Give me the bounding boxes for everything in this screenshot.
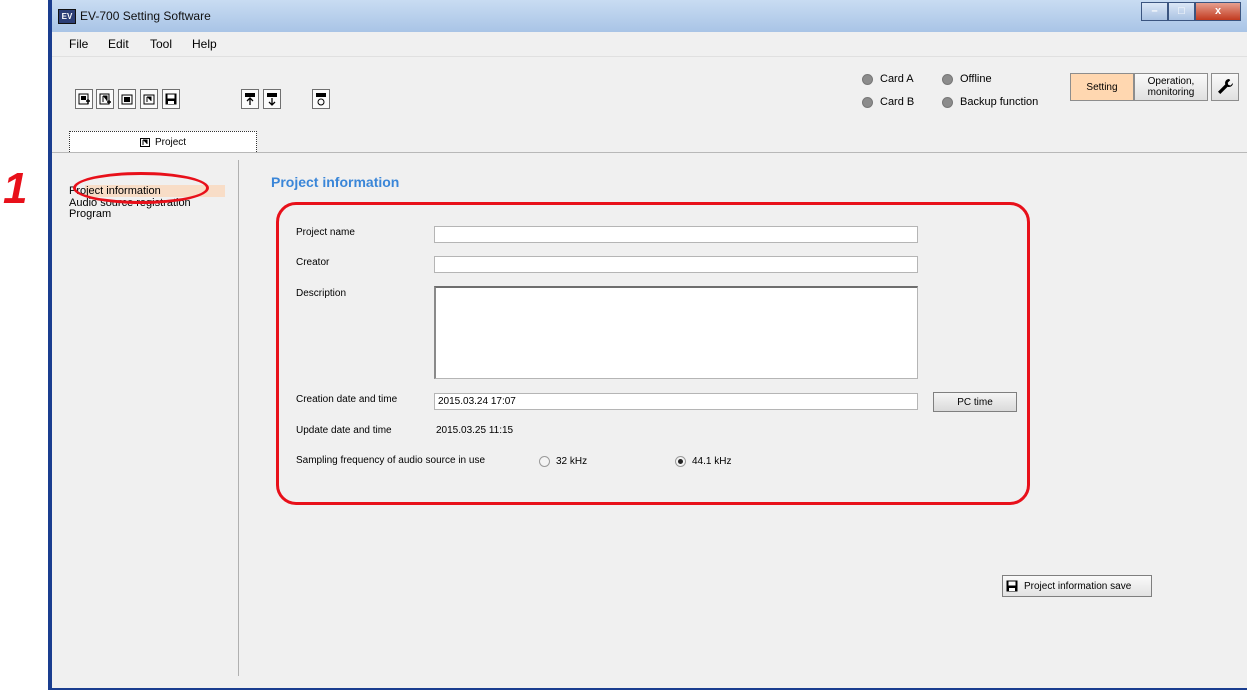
sidebar-item-program[interactable]: Program: [69, 209, 111, 220]
project-name-label: Project name: [296, 227, 355, 238]
status-backup: Backup function: [942, 96, 1038, 108]
menu-edit[interactable]: Edit: [108, 37, 129, 51]
project-name-input[interactable]: [434, 226, 918, 243]
tab-divider: [52, 152, 1247, 153]
new-project-button[interactable]: [75, 89, 93, 109]
reset-icon: [316, 93, 326, 106]
creator-label: Creator: [296, 257, 330, 268]
open-project-icon: [121, 94, 133, 105]
menu-file[interactable]: File: [69, 37, 88, 51]
card-b-led-icon: [862, 96, 873, 108]
status-offline: Offline: [942, 73, 992, 85]
upload-icon: [245, 93, 255, 105]
menu-tool[interactable]: Tool: [150, 37, 172, 51]
minimize-button[interactable]: –: [1141, 2, 1168, 21]
tools-button[interactable]: [1211, 73, 1239, 101]
page-title: Project information: [271, 174, 400, 190]
offline-label: Offline: [960, 73, 992, 85]
tab-project[interactable]: Project: [69, 131, 257, 152]
maximize-button[interactable]: □: [1168, 2, 1195, 21]
sampling-frequency-label: Sampling frequency of audio source in us…: [296, 455, 486, 466]
wrench-icon: [1218, 79, 1233, 94]
new-audio-icon: [99, 93, 111, 105]
download-button[interactable]: [263, 89, 281, 109]
description-textarea[interactable]: [434, 286, 918, 379]
menu-bar: File Edit Tool Help: [52, 32, 1247, 57]
project-folder-button[interactable]: [140, 89, 158, 109]
window-controls: – □ x: [1141, 2, 1241, 22]
title-bar[interactable]: EV EV-700 Setting Software – □ x: [52, 0, 1247, 33]
open-project-button[interactable]: [118, 89, 136, 109]
update-date-value: 2015.03.25 11:15: [436, 425, 514, 436]
save-toolbar-button[interactable]: [162, 89, 180, 109]
sidebar-divider: [238, 160, 239, 676]
tab-project-label: Project: [154, 136, 187, 148]
radio-32khz[interactable]: 32 kHz: [539, 456, 587, 467]
radio-44khz[interactable]: 44.1 kHz: [675, 456, 731, 467]
radio-44khz-dot[interactable]: [675, 456, 686, 467]
offline-led-icon: [942, 73, 953, 85]
pc-time-button[interactable]: PC time: [933, 392, 1017, 412]
app-icon: EV: [58, 9, 76, 24]
project-folder-icon: [143, 94, 155, 105]
backup-led-icon: [942, 96, 953, 108]
update-date-label: Update date and time: [296, 425, 392, 436]
status-card-a: Card A: [862, 73, 914, 85]
save-icon: [165, 93, 177, 105]
setting-mode-label: Setting: [1086, 81, 1118, 93]
project-tab-icon: [139, 137, 150, 147]
new-project-icon: [78, 93, 90, 105]
app-window: EV EV-700 Setting Software – □ x File Ed…: [48, 0, 1247, 690]
radio-44khz-label: 44.1 kHz: [692, 456, 732, 467]
close-button[interactable]: x: [1195, 2, 1241, 21]
save-button-label: Project information save: [1024, 580, 1132, 592]
status-card-b: Card B: [862, 96, 914, 108]
operation-label: Operation,: [1147, 76, 1195, 87]
setting-mode-button[interactable]: Setting: [1070, 73, 1134, 101]
window-title: EV-700 Setting Software: [80, 9, 211, 23]
backup-label: Backup function: [960, 96, 1039, 108]
callout-1: 1: [3, 164, 28, 213]
upload-button[interactable]: [241, 89, 259, 109]
description-label: Description: [296, 288, 347, 299]
project-information-save-button[interactable]: Project information save: [1002, 575, 1152, 597]
card-a-led-icon: [862, 73, 873, 85]
creator-input[interactable]: [434, 256, 918, 273]
reset-button[interactable]: [312, 89, 330, 109]
menu-help[interactable]: Help: [192, 37, 217, 51]
monitoring-label: monitoring: [1147, 87, 1195, 98]
creation-date-label: Creation date and time: [296, 394, 398, 405]
radio-32khz-label: 32 kHz: [556, 456, 588, 467]
radio-32khz-dot[interactable]: [539, 456, 550, 467]
card-b-label: Card B: [880, 96, 915, 108]
new-audio-button[interactable]: [96, 89, 114, 109]
download-icon: [267, 93, 277, 106]
creation-date-input[interactable]: 2015.03.24 17:07: [434, 393, 918, 410]
operation-mode-button[interactable]: Operation, monitoring: [1134, 73, 1208, 101]
card-a-label: Card A: [880, 73, 914, 85]
sidebar-item-project-information[interactable]: Project information: [69, 186, 161, 197]
save-icon: [1006, 580, 1018, 592]
